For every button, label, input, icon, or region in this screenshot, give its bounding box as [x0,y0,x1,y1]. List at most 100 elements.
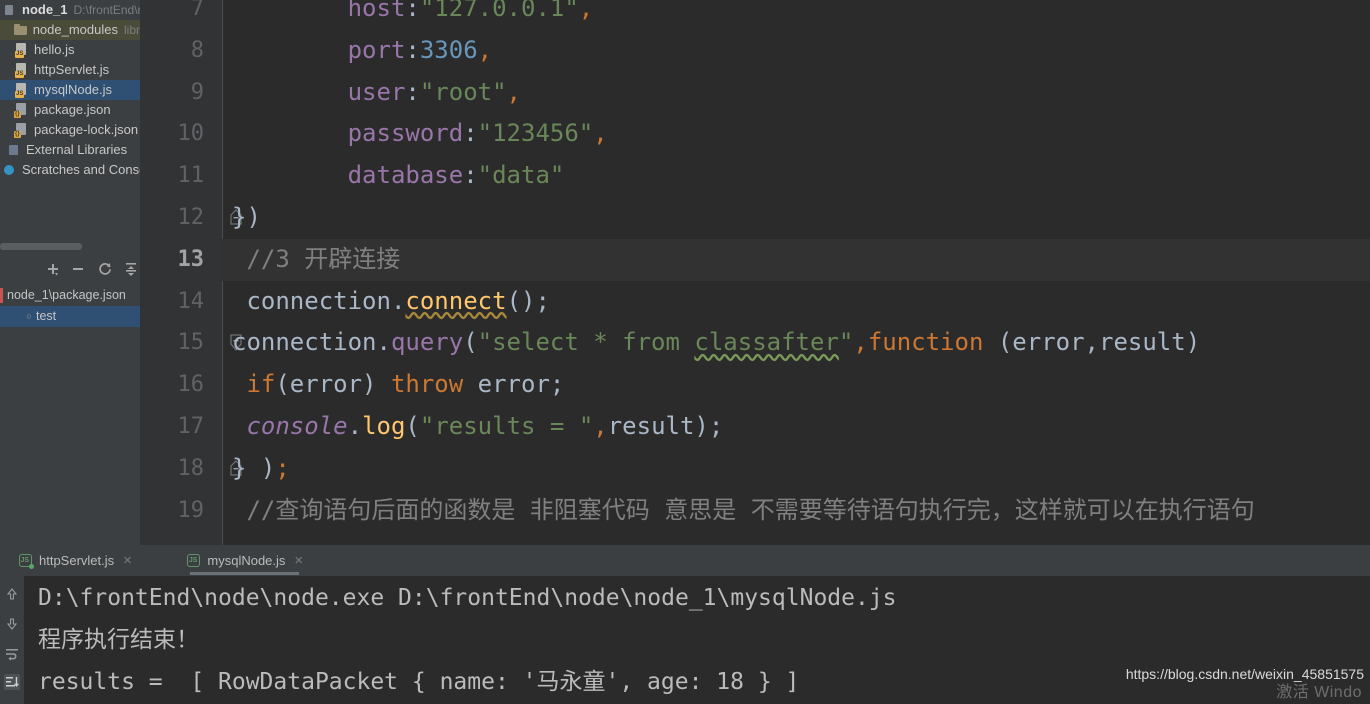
code-token: "123456" [477,119,594,148]
collapse-icon[interactable] [123,261,139,277]
tree-item-hello-js[interactable]: hello.js [0,40,140,60]
console-output-line: D:\frontEnd\node\node.exe D:\frontEnd\no… [38,585,897,611]
code-line[interactable]: 8 port:3306, [140,30,1370,72]
console-output-line: 程序执行结束！ [38,627,199,653]
run-config-label: test [36,309,57,323]
project-panel: node_1 D:\frontEnd\n node_modules libr hello… [0,0,140,545]
code-token: (); [506,286,550,315]
code-line[interactable]: 9 user:"root", [140,72,1370,114]
console-tab-label: httpServlet.js [39,553,115,568]
code-line[interactable]: 18 } ); [140,448,1370,490]
code-text: password:"123456", [232,113,608,155]
code-line[interactable]: 12}) [140,197,1370,239]
run-config-label: node_1\package.json [7,288,126,302]
code-token: . [376,328,391,357]
code-token: : [405,0,420,22]
code-text: database:"data" [232,155,565,197]
code-token: log [362,412,406,440]
tree-item-external-libraries[interactable]: External Libraries [0,140,140,160]
tree-item-node-1[interactable]: node_1 D:\frontEnd\n [0,0,140,20]
code-token: 3306 [419,35,478,64]
scrollbar-thumb[interactable] [0,243,82,250]
code-line[interactable]: 10 password:"123456", [140,113,1370,155]
code-token: function [867,328,984,357]
code-token: (error,result) [983,328,1201,357]
code-text: //查询语句后面的函数是 非阻塞代码 意思是 不需要等待语句执行完，这样就可以在… [232,490,1255,532]
console-output-line: results = [ RowDataPacket { name: '马永童',… [38,669,800,695]
ide-window: node_1 D:\frontEnd\n node_modules libr hello… [0,0,1370,704]
run-config-item[interactable]: node_1\package.json [0,285,140,306]
arrow-down-icon[interactable] [4,616,20,632]
code-text: port:3306, [232,30,493,72]
project-tree[interactable]: node_1 D:\frontEnd\n node_modules libr hello… [0,0,140,180]
code-token: "root" [419,77,507,106]
code-text: if(error) throw error; [232,364,564,406]
code-token: ( [463,328,478,357]
code-token: , [506,77,521,106]
code-line[interactable]: 14 connection.connect(); [140,281,1370,323]
tree-item-scratches-and-consoles[interactable]: Scratches and Consoles [0,160,140,180]
tree-item-mysqlnode-js[interactable]: mysqlNode.js [0,80,140,100]
close-icon[interactable]: × [123,553,132,568]
tree-item-package-lock-json[interactable]: package-lock.json [0,120,140,140]
code-token: password [347,119,464,148]
code-line[interactable]: 16 if(error) throw error; [140,364,1370,406]
code-token: (error) [275,370,391,399]
plus-icon[interactable] [45,261,61,277]
line-number: 18 [177,455,205,481]
project-tree-horizontal-scrollbar[interactable] [0,242,140,251]
arrow-up-icon[interactable] [4,586,20,602]
code-line[interactable]: 15 connection.query("select * from classa… [140,322,1370,364]
code-line[interactable]: 17 console.log("results = ",result); [140,406,1370,448]
code-line[interactable]: 11 database:"data" [140,155,1370,197]
line-number: 9 [190,79,204,105]
js-file-icon [14,42,30,58]
console-tab-bar[interactable]: httpServlet.js × mysqlNode.js × [0,545,1370,576]
code-token: //查询语句后面的函数是 非阻塞代码 意思是 不需要等待语句执行完，这样就可以在… [232,495,1255,524]
console-tab-label: mysqlNode.js [207,553,286,568]
watermark-overlay: 激活 Windo [1276,684,1362,701]
code-token: } ) [232,453,276,482]
run-tool-window: httpServlet.js × mysqlNode.js × [0,545,1370,704]
tree-item-httpservlet-js[interactable]: httpServlet.js [0,60,140,80]
console-tab-mysqlnode-js[interactable]: mysqlNode.js × [186,545,303,576]
code-token: if [246,370,276,399]
code-token: ; [275,453,290,482]
tree-item-package-json[interactable]: package.json [0,100,140,120]
close-icon[interactable]: × [294,553,303,568]
minus-icon[interactable] [70,261,86,277]
json-file-icon [14,102,30,118]
console-output[interactable]: D:\frontEnd\node\node.exe D:\frontEnd\no… [24,576,1370,704]
code-token: connection [232,328,377,357]
code-text: connection.connect(); [232,281,550,323]
tree-item-label: Scratches and Consoles [22,162,140,177]
line-number: 15 [177,330,205,356]
run-config-item[interactable]: ○ test [0,306,140,327]
code-line[interactable]: 7 host:"127.0.0.1", [140,0,1370,30]
line-number: 8 [190,37,204,63]
console-tab-httpservlet-js[interactable]: httpServlet.js × [18,545,132,576]
js-file-icon [14,82,30,98]
json-file-icon [14,122,30,138]
js-file-icon [14,62,30,78]
refresh-icon[interactable] [97,261,113,277]
scroll-to-end-icon[interactable] [4,674,20,690]
code-token: }) [232,203,261,231]
code-line[interactable]: 13 //3 开辟连接 [140,238,1370,281]
soft-wrap-icon[interactable] [4,646,20,662]
code-token: "select * from [477,328,695,357]
code-line[interactable]: 19 //查询语句后面的函数是 非阻塞代码 意思是 不需要等待语句执行完，这样就… [140,490,1370,532]
library-icon [6,142,22,158]
code-editor[interactable]: 7 host:"127.0.0.1", 8 port:3306, 9 user:"r… [140,0,1370,545]
code-token: user [347,77,406,106]
code-text: //3 开辟连接 [232,239,400,281]
tree-item-node-modules[interactable]: node_modules libr [0,20,140,40]
line-number: 16 [177,372,205,398]
code-token: database [347,161,464,190]
code-text: } ); [232,448,290,490]
run-configurations-toolbar [0,255,140,283]
code-text: }) [232,197,261,239]
code-text: connection.query("select * from classaft… [232,322,1200,364]
